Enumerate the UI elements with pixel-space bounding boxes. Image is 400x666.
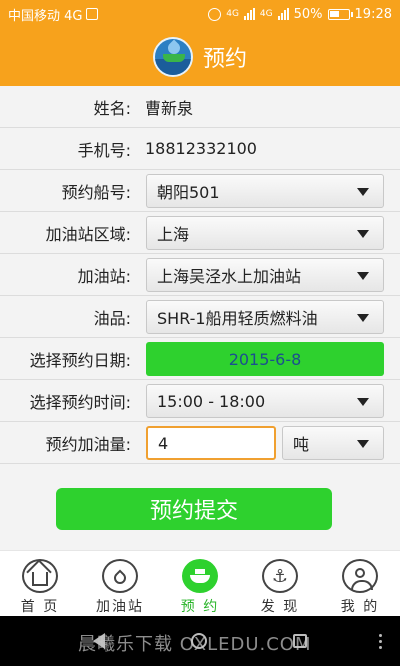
name-value: 曹新泉 — [145, 98, 194, 118]
bottom-tab-bar: 首 页 加油站 预 约 ⚓ 发 现 我 的 — [0, 550, 400, 616]
tab-discover[interactable]: ⚓ 发 现 — [240, 551, 320, 616]
title-bar: 预约 — [0, 28, 400, 86]
quantity-row: 预约加油量: 4 吨 — [0, 422, 400, 464]
anchor-icon: ⚓ — [262, 559, 298, 593]
unit-select-value: 吨 — [293, 435, 310, 454]
station-select-value: 上海吴泾水上加油站 — [157, 267, 302, 286]
ship-icon — [182, 559, 218, 593]
ship-select[interactable]: 朝阳501 — [146, 174, 384, 208]
alarm-icon — [208, 7, 222, 21]
time-select[interactable]: 15:00 - 18:00 — [146, 384, 384, 418]
chevron-down-icon — [357, 272, 369, 280]
tab-label: 加油站 — [96, 599, 144, 615]
oil-select[interactable]: SHR-1船用轻质燃料油 — [146, 300, 384, 334]
phone-value: 18812332100 — [145, 139, 257, 158]
battery-icon — [327, 8, 353, 20]
chevron-down-icon — [357, 314, 369, 322]
time-label: 选择预约时间: — [29, 392, 131, 412]
chevron-down-icon — [357, 230, 369, 238]
quantity-input[interactable]: 4 — [146, 426, 276, 460]
app-logo-icon — [152, 37, 193, 77]
time-row: 选择预约时间: 15:00 - 18:00 — [0, 380, 400, 422]
region-select[interactable]: 上海 — [146, 216, 384, 250]
oil-label: 油品: — [93, 308, 131, 328]
home-icon — [22, 559, 58, 593]
clock: 19:28 — [354, 6, 392, 22]
station-select[interactable]: 上海吴泾水上加油站 — [146, 258, 384, 292]
carrier-label: 中国移动 4G — [8, 8, 83, 24]
region-row: 加油站区域: 上海 — [0, 212, 400, 254]
chevron-down-icon — [357, 188, 369, 196]
station-row: 加油站: 上海吴泾水上加油站 — [0, 254, 400, 296]
tab-label: 发 现 — [260, 599, 300, 615]
image-notification-icon — [86, 8, 99, 20]
droplet-icon — [102, 559, 138, 593]
signal-icon — [243, 8, 255, 20]
tab-label: 我 的 — [340, 599, 380, 615]
tab-reservation[interactable]: 预 约 — [160, 551, 240, 616]
watermark: 晨曦乐下载 OXLEDU.COM — [78, 634, 312, 655]
signal-icon — [277, 8, 289, 20]
oil-select-value: SHR-1船用轻质燃料油 — [157, 309, 318, 328]
date-picker-button[interactable]: 2015-6-8 — [146, 342, 384, 376]
region-select-value: 上海 — [157, 225, 190, 244]
tab-home[interactable]: 首 页 — [0, 551, 80, 616]
menu-dots-icon[interactable] — [379, 634, 382, 649]
chevron-down-icon — [357, 398, 369, 406]
name-row: 姓名: 曹新泉 — [0, 86, 400, 128]
page-title: 预约 — [202, 47, 247, 72]
station-label: 加油站: — [77, 266, 131, 286]
region-label: 加油站区域: — [45, 224, 131, 244]
date-label: 选择预约日期: — [29, 350, 131, 370]
quantity-label: 预约加油量: — [45, 434, 131, 454]
tab-stations[interactable]: 加油站 — [80, 551, 160, 616]
tab-label: 预 约 — [180, 599, 220, 615]
time-select-value: 15:00 - 18:00 — [157, 391, 266, 411]
battery-percent: 50% — [293, 6, 323, 22]
tab-profile[interactable]: 我 的 — [320, 551, 400, 616]
tab-label: 首 页 — [20, 599, 60, 615]
ship-label: 预约船号: — [61, 182, 131, 202]
chevron-down-icon — [357, 440, 369, 448]
date-row: 选择预约日期: 2015-6-8 — [0, 338, 400, 380]
submit-button[interactable]: 预约提交 — [56, 488, 332, 530]
network-type-1: 4G — [226, 9, 239, 19]
phone-row: 手机号: 18812332100 — [0, 128, 400, 170]
status-bar: 中国移动 4G 4G 4G 50% 19:28 — [0, 0, 400, 28]
person-icon — [342, 559, 378, 593]
ship-select-value: 朝阳501 — [157, 183, 220, 202]
reservation-form: 姓名: 曹新泉 手机号: 18812332100 预约船号: 朝阳501 加油站… — [0, 86, 400, 464]
oil-row: 油品: SHR-1船用轻质燃料油 — [0, 296, 400, 338]
ship-row: 预约船号: 朝阳501 — [0, 170, 400, 212]
network-type-2: 4G — [259, 9, 273, 19]
unit-select[interactable]: 吨 — [282, 426, 384, 460]
phone-label: 手机号: — [77, 140, 131, 160]
name-label: 姓名: — [93, 98, 131, 118]
